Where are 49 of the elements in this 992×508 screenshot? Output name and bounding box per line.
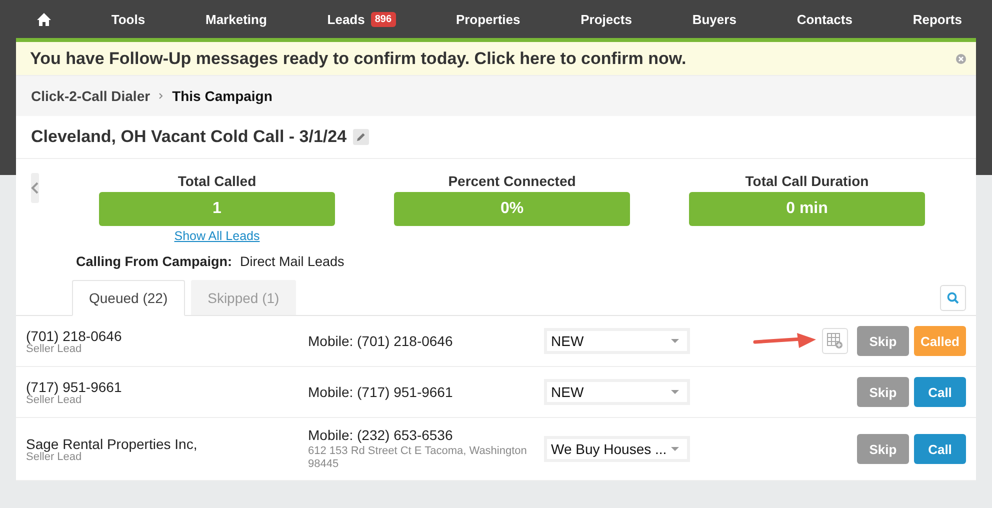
caret-icon bbox=[671, 390, 679, 394]
chevron-left-icon bbox=[31, 182, 39, 194]
show-all-link[interactable]: Show All Leads bbox=[174, 229, 260, 243]
stat-value: 0% bbox=[394, 192, 630, 226]
nav-link[interactable]: Properties bbox=[456, 12, 520, 26]
pencil-icon[interactable] bbox=[352, 129, 369, 145]
address-text: 612 153 Rd Street Ct E Tacoma, Washington 98445 bbox=[308, 445, 528, 471]
nav-link[interactable]: Contacts bbox=[796, 12, 852, 26]
nav-link[interactable]: Leads bbox=[327, 12, 365, 26]
stat-value: 1 bbox=[99, 192, 335, 226]
status-dropdown[interactable]: We Buy Houses ... bbox=[544, 436, 690, 462]
chevron-icon bbox=[159, 93, 164, 99]
table-add-icon bbox=[827, 333, 843, 349]
close-icon[interactable] bbox=[956, 54, 966, 64]
breadcrumb-link[interactable]: This Campaign bbox=[172, 88, 272, 104]
caret-icon bbox=[671, 447, 679, 451]
status-dropdown[interactable]: NEW bbox=[544, 379, 690, 405]
lead-name: (701) 218-0646 bbox=[26, 328, 123, 344]
lead-name: (717) 951-9661 bbox=[26, 378, 123, 394]
search-button[interactable] bbox=[940, 285, 966, 311]
phone-number: Mobile: (701) 218-0646 bbox=[308, 333, 454, 349]
search-icon bbox=[947, 292, 959, 304]
stat-label: Percent Connected bbox=[448, 173, 576, 189]
home-icon[interactable] bbox=[37, 12, 51, 26]
calling-from-label: Calling From Campaign: bbox=[76, 254, 232, 271]
nav-link[interactable]: Buyers bbox=[692, 12, 736, 26]
table-add-button[interactable] bbox=[822, 328, 848, 354]
tab[interactable]: Queued (22) bbox=[72, 280, 185, 316]
lead-type: Seller Lead bbox=[26, 394, 83, 406]
breadcrumb-link[interactable]: Click-2-Call Dialer bbox=[31, 88, 150, 104]
caret-icon bbox=[671, 339, 679, 343]
lead-type: Seller Lead bbox=[26, 342, 83, 354]
lead-type: Seller Lead bbox=[26, 450, 83, 462]
count-badge: 896 bbox=[370, 12, 396, 26]
banner-message[interactable]: You have Follow-Up messages ready to confirm today. Click here to confirm now. bbox=[30, 48, 686, 68]
nav-link[interactable]: Tools bbox=[111, 12, 146, 26]
campaign-title: Cleveland, OH Vacant Cold Call - 3/1/24 bbox=[31, 127, 347, 147]
phone-number: Mobile: (717) 951-9661 bbox=[308, 384, 454, 400]
nav-link[interactable]: Reports bbox=[912, 12, 962, 26]
stat-label: Total Called bbox=[178, 173, 256, 189]
campaign-name: Direct Mail Leads bbox=[240, 254, 344, 271]
back-button[interactable] bbox=[31, 173, 39, 203]
nav-link[interactable]: Projects bbox=[580, 12, 632, 26]
stat-label: Total Call Duration bbox=[745, 173, 869, 189]
lead-name: Sage Rental Properties Inc, bbox=[26, 436, 198, 452]
phone-number: Mobile: (232) 653-6536 bbox=[308, 427, 454, 443]
status-dropdown[interactable]: NEW bbox=[544, 328, 690, 354]
stat-value: 0 min bbox=[689, 192, 925, 226]
nav-link[interactable]: Marketing bbox=[205, 12, 267, 26]
